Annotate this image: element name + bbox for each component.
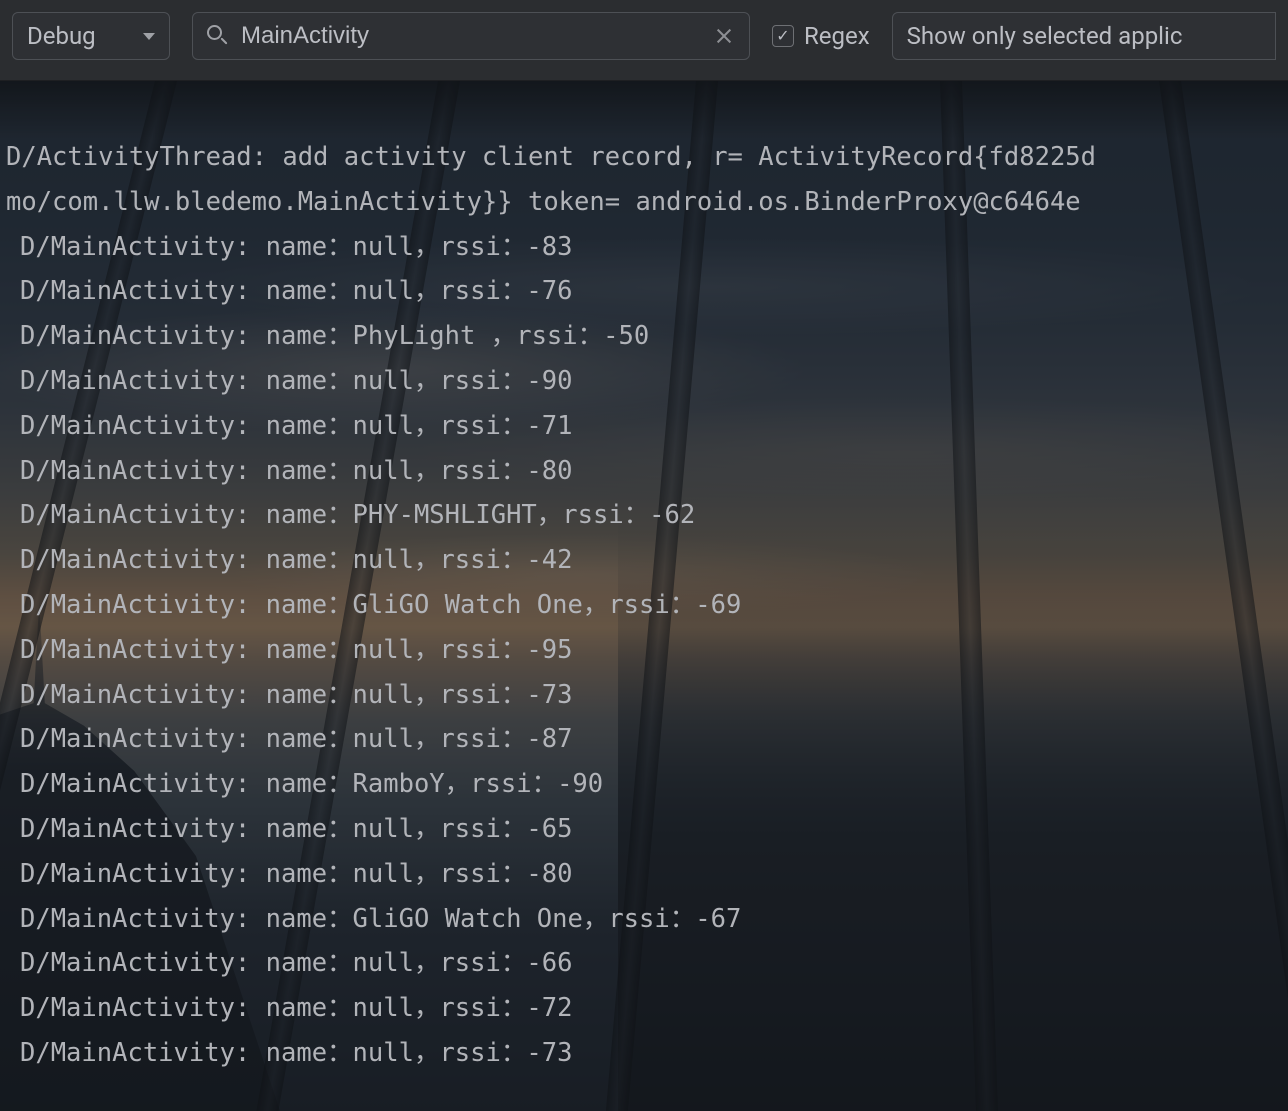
log-line: D/MainActivity: name：null，rssi：-73 bbox=[6, 1031, 1288, 1076]
scope-dropdown[interactable]: Show only selected applic bbox=[892, 12, 1276, 60]
clear-filter-icon[interactable] bbox=[713, 25, 735, 47]
chevron-down-icon bbox=[143, 33, 155, 40]
log-line: D/MainActivity: name：null，rssi：-83 bbox=[6, 225, 1288, 270]
search-icon bbox=[207, 25, 229, 47]
log-output[interactable]: D/ActivityThread: add activity client re… bbox=[0, 81, 1288, 1076]
log-line: D/MainActivity: name：GliGO Watch One，rss… bbox=[6, 897, 1288, 942]
log-line: D/MainActivity: name：null，rssi：-80 bbox=[6, 449, 1288, 494]
log-viewport: D/ActivityThread: add activity client re… bbox=[0, 80, 1288, 1111]
log-line: D/MainActivity: name：null，rssi：-66 bbox=[6, 941, 1288, 986]
log-filter-input[interactable] bbox=[241, 22, 701, 50]
log-line: D/MainActivity: name：null，rssi：-87 bbox=[6, 717, 1288, 762]
log-line: D/ActivityThread: add activity client re… bbox=[6, 135, 1288, 180]
logcat-toolbar: Debug ✓ Regex Show only selected applic bbox=[0, 0, 1288, 80]
log-line: D/MainActivity: name：null，rssi：-76 bbox=[6, 269, 1288, 314]
log-level-value: Debug bbox=[27, 22, 96, 50]
log-line: D/MainActivity: name：null，rssi：-90 bbox=[6, 359, 1288, 404]
log-line: D/MainActivity: name：null，rssi：-65 bbox=[6, 807, 1288, 852]
log-line: D/MainActivity: name：null，rssi：-72 bbox=[6, 986, 1288, 1031]
log-line: D/MainActivity: name：null，rssi：-71 bbox=[6, 404, 1288, 449]
regex-label: Regex bbox=[804, 22, 870, 50]
log-line: D/MainActivity: name：PHY-MSHLIGHT，rssi：-… bbox=[6, 493, 1288, 538]
log-line: D/MainActivity: name：null，rssi：-42 bbox=[6, 538, 1288, 583]
log-level-dropdown[interactable]: Debug bbox=[12, 12, 170, 60]
log-line: mo/com.llw.bledemo.MainActivity}} token=… bbox=[6, 180, 1288, 225]
checkbox-icon: ✓ bbox=[772, 25, 794, 47]
log-line: D/MainActivity: name：null，rssi：-95 bbox=[6, 628, 1288, 673]
log-line: D/MainActivity: name：null，rssi：-80 bbox=[6, 852, 1288, 897]
log-line: D/MainActivity: name：PhyLight ，rssi：-50 bbox=[6, 314, 1288, 359]
log-filter-field[interactable] bbox=[192, 12, 750, 60]
log-line: D/MainActivity: name：GliGO Watch One，rss… bbox=[6, 583, 1288, 628]
scope-label: Show only selected applic bbox=[907, 22, 1183, 50]
log-line: D/MainActivity: name：null，rssi：-73 bbox=[6, 673, 1288, 718]
regex-checkbox[interactable]: ✓ Regex bbox=[772, 22, 870, 50]
log-line: D/MainActivity: name：RamboY，rssi：-90 bbox=[6, 762, 1288, 807]
